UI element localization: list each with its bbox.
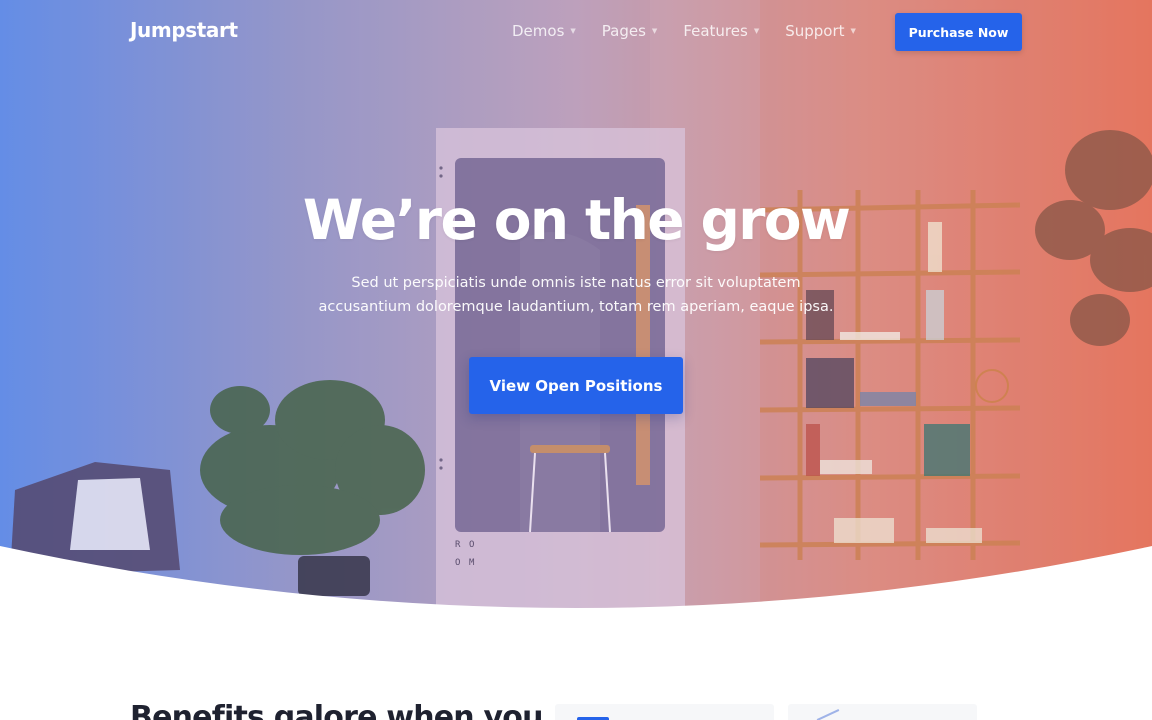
benefit-card [555,704,774,720]
benefits-heading: Benefits galore when you [130,700,543,720]
hero-section: R O O M Jumpstart Demos ▼ Pages ▼ Featur… [0,0,1152,610]
hero-title: We’re on the grow [302,188,851,252]
chevron-down-icon: ▼ [753,27,760,35]
nav-item-support[interactable]: Support ▼ [785,22,856,40]
card-icon [816,709,840,720]
nav-item-features[interactable]: Features ▼ [683,22,759,40]
nav-item-pages[interactable]: Pages ▼ [602,22,658,40]
view-open-positions-button[interactable]: View Open Positions [469,357,683,414]
main-nav: Demos ▼ Pages ▼ Features ▼ Support ▼ [512,22,882,40]
purchase-now-button[interactable]: Purchase Now [895,13,1022,51]
brand-logo[interactable]: Jumpstart [130,18,238,42]
chevron-down-icon: ▼ [850,27,856,35]
nav-item-label: Demos [512,22,565,40]
chevron-down-icon: ▼ [570,27,576,35]
nav-item-label: Support [785,22,845,40]
hero-bottom-curve [0,546,1152,610]
hero-subtitle: Sed ut perspiciatis unde omnis iste natu… [316,271,836,319]
chevron-down-icon: ▼ [651,27,658,35]
benefit-card [788,704,977,720]
nav-item-label: Pages [601,22,646,40]
nav-item-demos[interactable]: Demos ▼ [512,22,576,40]
hero-subtitle-line-2: accusantium doloremque laudantium, totam… [318,299,834,315]
nav-item-label: Features [683,22,748,40]
hero-subtitle-line-1: Sed ut perspiciatis unde omnis iste natu… [351,275,801,291]
